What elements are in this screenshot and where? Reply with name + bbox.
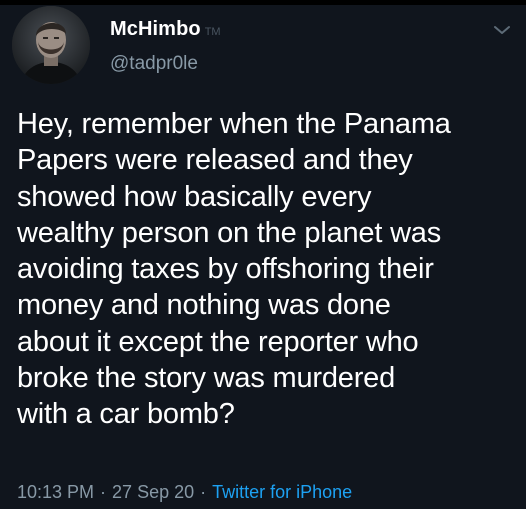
display-name[interactable]: McHimbo: [110, 18, 201, 41]
meta-separator: ·: [100, 482, 107, 502]
meta-separator: ·: [200, 482, 207, 502]
user-handle[interactable]: @tadpr0le: [110, 53, 198, 75]
name-row: McHimbo TM: [110, 18, 221, 41]
chevron-down-icon[interactable]: [492, 22, 512, 38]
tweet-date[interactable]: 27 Sep 20: [112, 482, 194, 502]
avatar-image: [12, 6, 90, 84]
avatar[interactable]: [12, 6, 90, 84]
tweet-source-link[interactable]: Twitter for iPhone: [212, 482, 352, 502]
tweet-time[interactable]: 10:13 PM: [17, 482, 94, 502]
tweet-text: Hey, remember when the Panama Papers wer…: [17, 108, 451, 431]
trademark-mark: TM: [204, 26, 221, 38]
tweet-card: McHimbo TM @tadpr0le Hey, remember when …: [0, 0, 526, 509]
tweet-meta: 10:13 PM · 27 Sep 20 · Twitter for iPhone: [17, 482, 352, 503]
top-edge-bar: [0, 0, 526, 5]
